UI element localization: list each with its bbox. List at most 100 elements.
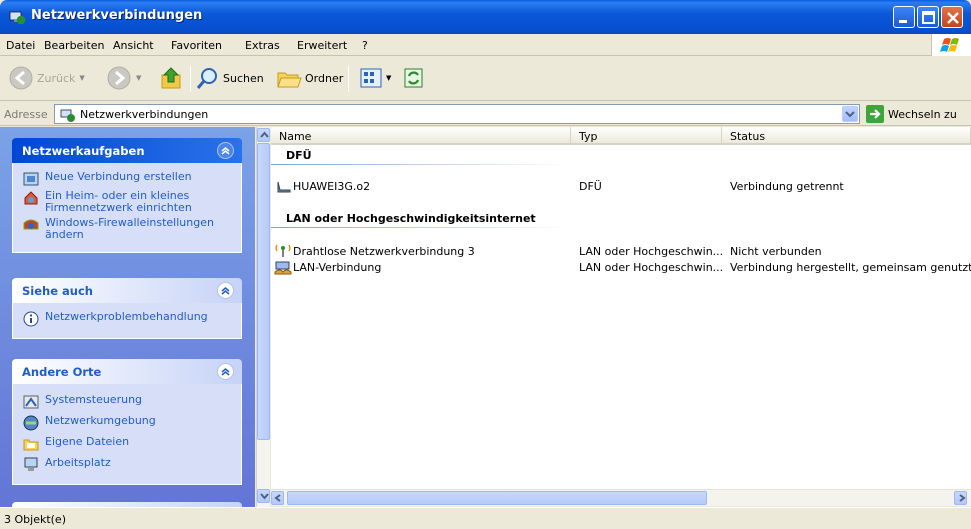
place-control-panel[interactable]: Systemsteuerung bbox=[13, 394, 241, 410]
list-item[interactable]: LAN-Verbindung LAN oder Hochgeschwin... … bbox=[271, 259, 971, 275]
column-header-name[interactable]: Name bbox=[271, 127, 571, 145]
scroll-up-button[interactable] bbox=[257, 128, 270, 142]
column-header-status[interactable]: Status bbox=[722, 127, 971, 145]
status-object-count: 3 Objekt(e) bbox=[4, 513, 66, 526]
standard-toolbar: Zurück ▼ ▼ Suchen Ordner ▼ bbox=[0, 57, 971, 101]
home-network-icon bbox=[24, 191, 38, 205]
menu-ansicht[interactable]: Ansicht bbox=[113, 39, 154, 52]
back-button[interactable]: Zurück ▼ bbox=[8, 63, 85, 93]
info-icon bbox=[23, 311, 39, 327]
group-divider bbox=[271, 164, 571, 165]
see-also-header[interactable]: Siehe auch bbox=[12, 278, 242, 303]
list-item[interactable]: Drahtlose Netzwerkverbindung 3 LAN oder … bbox=[271, 243, 971, 259]
windows-logo-icon bbox=[931, 34, 971, 56]
horizontal-scrollbar[interactable] bbox=[271, 489, 971, 506]
chevron-down-icon[interactable]: ▼ bbox=[136, 74, 141, 82]
task-network-troubleshooter[interactable]: Netzwerkproblembehandlung bbox=[13, 311, 241, 327]
network-connections-icon bbox=[60, 109, 75, 122]
refresh-icon bbox=[404, 68, 423, 88]
group-header-lan: LAN oder Hochgeschwindigkeitsinternet bbox=[286, 212, 536, 225]
new-connection-icon bbox=[23, 172, 39, 186]
collapse-icon[interactable] bbox=[217, 142, 234, 159]
explorer-window: Netzwerkverbindungen Datei Bearbeiten An… bbox=[0, 0, 971, 529]
network-connections-icon bbox=[9, 11, 26, 25]
wireless-icon bbox=[275, 244, 291, 257]
chevron-up-icon bbox=[260, 131, 269, 138]
collapse-icon[interactable] bbox=[217, 363, 234, 380]
menu-favoriten[interactable]: Favoriten bbox=[171, 39, 222, 52]
maximize-icon bbox=[922, 11, 935, 24]
connections-list[interactable]: Name Typ Status DFÜ HUAWEI3G.o2 DFÜ Verb… bbox=[271, 127, 971, 489]
views-button[interactable]: ▼ bbox=[360, 63, 391, 93]
list-item[interactable]: HUAWEI3G.o2 DFÜ Verbindung getrennt bbox=[271, 178, 971, 194]
menu-extras[interactable]: Extras bbox=[245, 39, 280, 52]
chevron-right-icon bbox=[959, 494, 966, 502]
group-header-dialup: DFÜ bbox=[286, 149, 312, 162]
go-button[interactable]: Wechseln zu bbox=[866, 105, 957, 123]
address-bar: Adresse Netzwerkverbindungen Wechseln zu bbox=[0, 102, 971, 126]
window-title: Netzwerkverbindungen bbox=[31, 8, 203, 23]
forward-button[interactable]: ▼ bbox=[106, 63, 141, 93]
address-input[interactable]: Netzwerkverbindungen bbox=[54, 104, 860, 124]
horizontal-scroll-thumb[interactable] bbox=[287, 491, 707, 505]
scroll-down-button[interactable] bbox=[257, 489, 270, 503]
minimize-icon bbox=[899, 20, 907, 23]
maximize-button[interactable] bbox=[917, 6, 939, 28]
close-icon bbox=[947, 12, 959, 24]
other-places-header[interactable]: Andere Orte bbox=[12, 359, 242, 384]
status-bar: 3 Objekt(e) bbox=[0, 507, 971, 529]
menu-erweitert[interactable]: Erweitert bbox=[297, 39, 347, 52]
place-network-places[interactable]: Netzwerkumgebung bbox=[13, 415, 241, 431]
address-dropdown-button[interactable] bbox=[842, 106, 858, 122]
menu-bar: Datei Bearbeiten Ansicht Favoriten Extra… bbox=[0, 34, 971, 56]
toolbar-separator bbox=[348, 66, 349, 92]
scroll-thumb[interactable] bbox=[257, 143, 270, 440]
address-label: Adresse bbox=[4, 108, 48, 121]
scroll-right-button[interactable] bbox=[954, 491, 967, 505]
network-tasks-header[interactable]: Netzwerkaufgaben bbox=[12, 138, 242, 163]
search-button[interactable]: Suchen bbox=[196, 63, 264, 93]
chevron-down-icon bbox=[845, 111, 855, 118]
other-places-panel: Andere Orte Systemsteuerung Netzwerkumge… bbox=[12, 359, 242, 485]
group-divider bbox=[271, 227, 571, 228]
network-tasks-panel: Netzwerkaufgaben Neue Verbindung erstell… bbox=[12, 138, 242, 253]
close-button[interactable] bbox=[941, 6, 963, 28]
back-arrow-icon bbox=[9, 66, 33, 90]
see-also-panel: Siehe auch Netzwerkproblembehandlung bbox=[12, 278, 242, 339]
dialup-icon bbox=[277, 181, 291, 193]
menu-datei[interactable]: Datei bbox=[6, 39, 35, 52]
refresh-button[interactable] bbox=[404, 63, 424, 93]
firewall-icon bbox=[23, 219, 39, 230]
lan-shared-icon bbox=[274, 261, 292, 275]
chevron-down-icon[interactable]: ▼ bbox=[386, 74, 391, 82]
up-folder-button[interactable] bbox=[160, 63, 184, 93]
minimize-button[interactable] bbox=[893, 6, 915, 28]
task-new-connection[interactable]: Neue Verbindung erstellen bbox=[13, 171, 241, 187]
folder-icon bbox=[277, 72, 302, 88]
task-firewall-settings[interactable]: Windows-Firewalleinstellungen ändern bbox=[13, 217, 241, 241]
chevron-down-icon[interactable]: ▼ bbox=[79, 74, 84, 82]
task-pane: Netzwerkaufgaben Neue Verbindung erstell… bbox=[0, 127, 255, 507]
folder-up-icon bbox=[161, 67, 181, 89]
toolbar-separator bbox=[190, 66, 191, 92]
title-bar[interactable]: Netzwerkverbindungen bbox=[0, 0, 971, 34]
address-value: Netzwerkverbindungen bbox=[80, 108, 209, 121]
go-arrow-icon bbox=[866, 105, 884, 123]
menu-bearbeiten[interactable]: Bearbeiten bbox=[44, 39, 104, 52]
my-computer-icon bbox=[24, 457, 38, 471]
scroll-left-button[interactable] bbox=[271, 491, 284, 505]
folders-button[interactable]: Ordner bbox=[276, 63, 343, 93]
my-documents-icon bbox=[23, 439, 39, 451]
task-pane-scrollbar[interactable] bbox=[256, 127, 270, 507]
task-home-network[interactable]: Ein Heim- oder ein kleines Firmennetzwer… bbox=[13, 190, 241, 214]
collapse-icon[interactable] bbox=[217, 282, 234, 299]
column-header-type[interactable]: Typ bbox=[571, 127, 722, 145]
chevron-down-icon bbox=[260, 493, 269, 500]
menu-help[interactable]: ? bbox=[362, 39, 368, 52]
forward-arrow-icon bbox=[107, 66, 131, 90]
views-icon bbox=[360, 68, 382, 88]
search-icon bbox=[196, 68, 217, 89]
place-my-documents[interactable]: Eigene Dateien bbox=[13, 436, 241, 452]
control-panel-icon bbox=[23, 395, 39, 409]
place-my-computer[interactable]: Arbeitsplatz bbox=[13, 457, 241, 473]
